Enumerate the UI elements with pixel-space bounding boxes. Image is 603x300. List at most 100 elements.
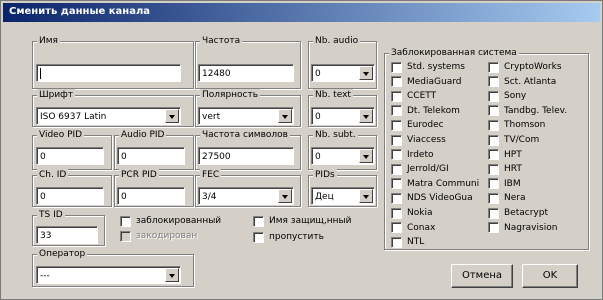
blocked-system-checkbox[interactable]: Matra Communi: [391, 178, 479, 190]
symbol-rate-input[interactable]: 27500: [198, 147, 294, 165]
blocked-system-checkbox[interactable]: HPT: [488, 149, 522, 161]
ch-id-label: Ch. ID: [37, 169, 69, 181]
blocked-system-checkbox[interactable]: Tandbg. Telev.: [488, 105, 567, 117]
checkbox-box[interactable]: [391, 105, 402, 117]
checkbox-box[interactable]: [253, 231, 264, 243]
checkbox-box[interactable]: [391, 61, 402, 73]
blocked-system-checkbox[interactable]: HRT: [488, 163, 522, 175]
blocked-system-label: MediaGuard: [407, 76, 462, 87]
checkbox-box[interactable]: [391, 178, 402, 190]
checkbox-box[interactable]: [120, 215, 131, 227]
checkbox-box[interactable]: [391, 76, 402, 88]
encoded-label: закодирован: [136, 231, 198, 241]
blocked-system-checkbox[interactable]: Eurodec: [391, 119, 444, 131]
checkbox-box[interactable]: [488, 90, 499, 102]
checkbox-box[interactable]: [120, 230, 131, 242]
blocked-system-label: Sct. Atlanta: [504, 76, 557, 87]
checkbox-box[interactable]: [488, 163, 499, 175]
checkbox-box[interactable]: [488, 119, 499, 131]
blocked-system-label: Matra Communi: [407, 178, 480, 189]
chevron-down-icon[interactable]: [359, 109, 373, 123]
cancel-button[interactable]: Отмена: [451, 264, 513, 288]
nb-subt-select[interactable]: 0: [311, 147, 375, 165]
blocked-system-checkbox[interactable]: Jerrold/GI: [391, 163, 449, 175]
chevron-down-icon[interactable]: [278, 189, 292, 203]
checkbox-box[interactable]: [391, 207, 402, 219]
blocked-system-label: IBM: [504, 178, 521, 189]
polarity-select[interactable]: vert: [198, 107, 294, 125]
blocked-system-label: NDS VideoGua: [407, 193, 473, 204]
video-pid-input[interactable]: 0: [36, 147, 104, 165]
title-bar[interactable]: Сменить данные канала: [3, 3, 600, 22]
ts-id-input[interactable]: 33: [36, 226, 98, 244]
checkbox-box[interactable]: [391, 119, 402, 131]
blocked-system-checkbox[interactable]: Dt. Telekom: [391, 105, 460, 117]
pids-select[interactable]: Дец: [311, 187, 375, 205]
checkbox-box[interactable]: [253, 215, 264, 227]
blocked-system-checkbox[interactable]: Viaccess: [391, 134, 446, 146]
blocked-system-checkbox[interactable]: Std. systems: [391, 61, 465, 73]
ch-id-input[interactable]: 0: [36, 187, 104, 205]
name-input[interactable]: [36, 64, 181, 82]
blocked-system-checkbox[interactable]: Nera: [488, 192, 526, 204]
pcr-pid-input[interactable]: 0: [117, 187, 185, 205]
ts-id-label: TS ID: [37, 209, 65, 221]
name-protected-label: Имя защищ,нный: [269, 216, 352, 226]
chevron-down-icon[interactable]: [359, 66, 373, 80]
encoded-checkbox[interactable]: закодирован: [120, 230, 197, 242]
blocked-system-label: Nokia: [407, 208, 433, 218]
skip-checkbox[interactable]: пропустить: [253, 231, 324, 243]
checkbox-box[interactable]: [391, 90, 402, 102]
blocked-system-checkbox[interactable]: Irdeto: [391, 149, 433, 161]
chevron-down-icon[interactable]: [278, 109, 292, 123]
checkbox-box[interactable]: [488, 222, 499, 234]
checkbox-box[interactable]: [391, 134, 402, 146]
blocked-system-checkbox[interactable]: Nagravision: [488, 222, 557, 234]
blocked-system-checkbox[interactable]: MediaGuard: [391, 76, 461, 88]
checkbox-box[interactable]: [391, 149, 402, 161]
checkbox-box[interactable]: [391, 192, 402, 204]
blocked-system-label: Conax: [407, 222, 436, 233]
chevron-down-icon[interactable]: [359, 149, 373, 163]
name-protected-checkbox[interactable]: Имя защищ,нный: [253, 215, 352, 227]
blocked-system-checkbox[interactable]: NTL: [391, 236, 424, 248]
checkbox-box[interactable]: [488, 134, 499, 146]
fec-label: FEC: [200, 169, 222, 181]
blocked-system-checkbox[interactable]: CryptoWorks: [488, 61, 562, 73]
blocked-system-checkbox[interactable]: TV/Com: [488, 134, 539, 146]
font-select[interactable]: ISO 6937 Latin: [36, 107, 181, 125]
chevron-down-icon[interactable]: [165, 109, 179, 123]
fec-select[interactable]: 3/4: [198, 187, 294, 205]
blocked-system-checkbox[interactable]: Thomson: [488, 119, 545, 131]
checkbox-box[interactable]: [488, 76, 499, 88]
checkbox-box[interactable]: [488, 105, 499, 117]
checkbox-box[interactable]: [488, 178, 499, 190]
checkbox-box[interactable]: [488, 207, 499, 219]
audio-pid-input[interactable]: 0: [117, 147, 185, 165]
checkbox-box[interactable]: [391, 236, 402, 248]
frequency-input[interactable]: 12480: [198, 64, 294, 82]
blocked-system-checkbox[interactable]: NDS VideoGua: [391, 192, 473, 204]
blocked-system-checkbox[interactable]: IBM: [488, 178, 521, 190]
checkbox-box[interactable]: [488, 149, 499, 161]
blocked-system-label: Nera: [504, 193, 526, 204]
window-title: Сменить данные канала: [9, 6, 151, 17]
blocked-system-checkbox[interactable]: Betacrypt: [488, 207, 548, 219]
checkbox-box[interactable]: [488, 192, 499, 204]
checkbox-box[interactable]: [391, 222, 402, 234]
ok-button[interactable]: OK: [522, 264, 578, 288]
chevron-down-icon[interactable]: [359, 189, 373, 203]
blocked-system-checkbox[interactable]: Sony: [488, 90, 526, 102]
chevron-down-icon[interactable]: [165, 268, 179, 282]
checkbox-box[interactable]: [488, 61, 499, 73]
operator-select[interactable]: ---: [36, 266, 181, 284]
blocked-system-checkbox[interactable]: Nokia: [391, 207, 432, 219]
blocked-system-label: HPT: [504, 149, 522, 160]
nb-audio-select[interactable]: 0: [311, 64, 375, 82]
blocked-system-checkbox[interactable]: CCETT: [391, 90, 436, 102]
locked-checkbox[interactable]: заблокированный: [120, 215, 221, 227]
checkbox-box[interactable]: [391, 163, 402, 175]
nb-text-select[interactable]: 0: [311, 107, 375, 125]
blocked-system-checkbox[interactable]: Sct. Atlanta: [488, 76, 556, 88]
blocked-system-checkbox[interactable]: Conax: [391, 222, 435, 234]
